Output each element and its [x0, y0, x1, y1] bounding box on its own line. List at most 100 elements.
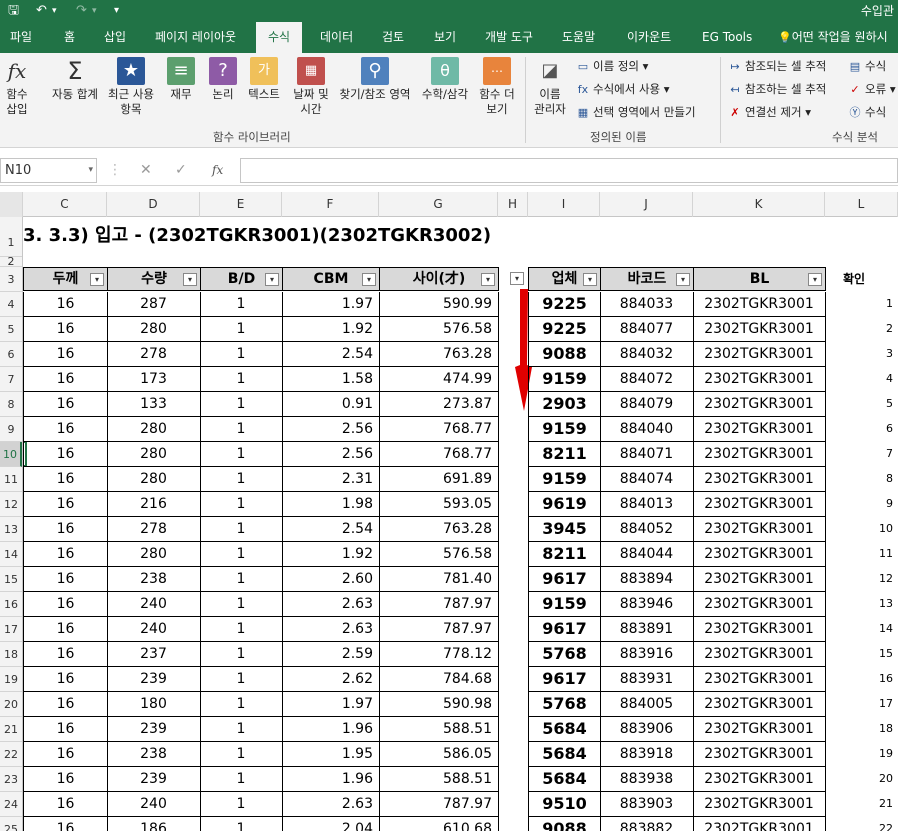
cell-vendor[interactable]: 9225 — [528, 292, 601, 317]
cell-qty[interactable]: 133 — [107, 392, 201, 417]
cell-check[interactable]: 17 — [825, 692, 893, 717]
tab-3[interactable]: 페이지 레이아웃 — [155, 22, 236, 53]
row-header-8[interactable]: 8 — [0, 392, 22, 417]
cell-check[interactable]: 13 — [825, 592, 893, 617]
column-header-e[interactable]: E — [200, 192, 282, 217]
row-header-22[interactable]: 22 — [0, 742, 22, 767]
cell-barcode[interactable]: 884032 — [600, 342, 694, 367]
cell-size[interactable]: 576.58 — [379, 317, 499, 342]
select-all-button[interactable] — [0, 192, 23, 217]
filter-dropdown-icon[interactable]: ▾ — [265, 273, 279, 286]
row-header-16[interactable]: 16 — [0, 592, 22, 617]
tab-8[interactable]: 개발 도구 — [485, 22, 533, 53]
cell-bd[interactable]: 1 — [200, 792, 283, 817]
cell-check[interactable]: 5 — [825, 392, 893, 417]
cell-check[interactable]: 14 — [825, 617, 893, 642]
filter-dropdown-icon[interactable]: ▾ — [510, 272, 524, 285]
cell-vendor[interactable]: 5684 — [528, 767, 601, 792]
cell-check[interactable]: 4 — [825, 367, 893, 392]
cell-bl[interactable]: 2302TGKR3001 — [693, 592, 826, 617]
cell-barcode[interactable]: 883916 — [600, 642, 694, 667]
cell-barcode[interactable]: 883894 — [600, 567, 694, 592]
cell-barcode[interactable]: 884077 — [600, 317, 694, 342]
cell-size[interactable]: 588.51 — [379, 767, 499, 792]
row-header-23[interactable]: 23 — [0, 767, 22, 792]
header-bd[interactable]: B/D ▾ — [200, 267, 283, 291]
name-manager-button[interactable]: ◪ 이름 관리자 — [530, 57, 570, 117]
tab-0[interactable]: 파일 — [10, 22, 32, 53]
cell-bd[interactable]: 1 — [200, 442, 283, 467]
financial-button[interactable]: ≡ 재무 — [167, 57, 195, 102]
customize-icon[interactable]: ▾ — [114, 2, 119, 20]
trace-precedents-button[interactable]: ↦ 참조되는 셀 추적 — [728, 58, 826, 75]
cell-barcode[interactable]: 883938 — [600, 767, 694, 792]
cell-cbm[interactable]: 2.63 — [282, 617, 380, 642]
column-header-d[interactable]: D — [107, 192, 200, 217]
math-trig-button[interactable]: θ 수학/삼각 — [418, 57, 472, 102]
datetime-button[interactable]: ▦ 날짜 및 시간 — [289, 57, 333, 117]
cell-bd[interactable]: 1 — [200, 517, 283, 542]
cell-qty[interactable]: 186 — [107, 817, 201, 831]
cell-cbm[interactable]: 2.31 — [282, 467, 380, 492]
cell-t[interactable]: 16 — [23, 417, 108, 442]
cell-size[interactable]: 576.58 — [379, 542, 499, 567]
cell-vendor[interactable]: 5684 — [528, 742, 601, 767]
cell-qty[interactable]: 239 — [107, 717, 201, 742]
create-from-selection-button[interactable]: ▦ 선택 영역에서 만들기 — [576, 104, 696, 121]
row-header-10[interactable]: 10 — [0, 442, 22, 467]
header-thickness[interactable]: 두께 ▾ — [23, 267, 108, 291]
cell-bd[interactable]: 1 — [200, 617, 283, 642]
cell-size[interactable]: 781.40 — [379, 567, 499, 592]
cell-check[interactable]: 6 — [825, 417, 893, 442]
cell-t[interactable]: 16 — [23, 367, 108, 392]
cell-vendor[interactable]: 9088 — [528, 817, 601, 831]
cell-t[interactable]: 16 — [23, 467, 108, 492]
row-header-11[interactable]: 11 — [0, 467, 22, 492]
cell-check[interactable]: 12 — [825, 567, 893, 592]
cell-t[interactable]: 16 — [23, 392, 108, 417]
cell-vendor[interactable]: 5768 — [528, 692, 601, 717]
sheet-title[interactable]: 3. 3.3) 입고 - (2302TGKR3001)(2302TGKR3002… — [23, 219, 491, 253]
cell-bl[interactable]: 2302TGKR3001 — [693, 692, 826, 717]
cell-t[interactable]: 16 — [23, 817, 108, 831]
cell-bl[interactable]: 2302TGKR3001 — [693, 767, 826, 792]
row-header-17[interactable]: 17 — [0, 617, 22, 642]
row-header-19[interactable]: 19 — [0, 667, 22, 692]
cell-t[interactable]: 16 — [23, 767, 108, 792]
column-header-i[interactable]: I — [528, 192, 600, 217]
row-header-25[interactable]: 25 — [0, 817, 22, 831]
text-button[interactable]: 가 텍스트 — [244, 57, 284, 102]
cell-vendor[interactable]: 3945 — [528, 517, 601, 542]
cell-size[interactable]: 474.99 — [379, 367, 499, 392]
header-barcode[interactable]: 바코드 ▾ — [600, 267, 694, 291]
cell-vendor[interactable]: 9159 — [528, 467, 601, 492]
cell-barcode[interactable]: 884033 — [600, 292, 694, 317]
name-box[interactable]: N10 ▾ — [0, 158, 97, 183]
cell-qty[interactable]: 180 — [107, 692, 201, 717]
row-header-1[interactable]: 1 — [0, 217, 22, 257]
cell-vendor[interactable]: 9159 — [528, 367, 601, 392]
cell-bd[interactable]: 1 — [200, 667, 283, 692]
cell-qty[interactable]: 280 — [107, 442, 201, 467]
cell-bl[interactable]: 2302TGKR3001 — [693, 342, 826, 367]
cell-vendor[interactable]: 9088 — [528, 342, 601, 367]
cell-qty[interactable]: 240 — [107, 617, 201, 642]
cell-t[interactable]: 16 — [23, 667, 108, 692]
undo-icon[interactable]: ↶ — [36, 2, 47, 20]
cell-size[interactable]: 768.77 — [379, 417, 499, 442]
logical-button[interactable]: ? 논리 — [209, 57, 237, 102]
lookup-reference-button[interactable]: ⚲ 찾기/참조 영역 — [334, 57, 416, 102]
use-in-formula-button[interactable]: fx 수식에서 사용 ▾ — [576, 81, 670, 98]
cell-t[interactable]: 16 — [23, 317, 108, 342]
tab-12[interactable]: 💡어떤 작업을 원하시 — [778, 22, 888, 53]
cell-size[interactable]: 691.89 — [379, 467, 499, 492]
cell-qty[interactable]: 216 — [107, 492, 201, 517]
tab-11[interactable]: EG Tools — [702, 22, 752, 53]
cell-cbm[interactable]: 2.63 — [282, 792, 380, 817]
header-check[interactable]: 확인 — [825, 267, 883, 292]
cell-vendor[interactable]: 9510 — [528, 792, 601, 817]
cell-t[interactable]: 16 — [23, 492, 108, 517]
cell-bl[interactable]: 2302TGKR3001 — [693, 492, 826, 517]
tab-9[interactable]: 도움말 — [562, 22, 595, 53]
tab-6[interactable]: 검토 — [382, 22, 404, 53]
